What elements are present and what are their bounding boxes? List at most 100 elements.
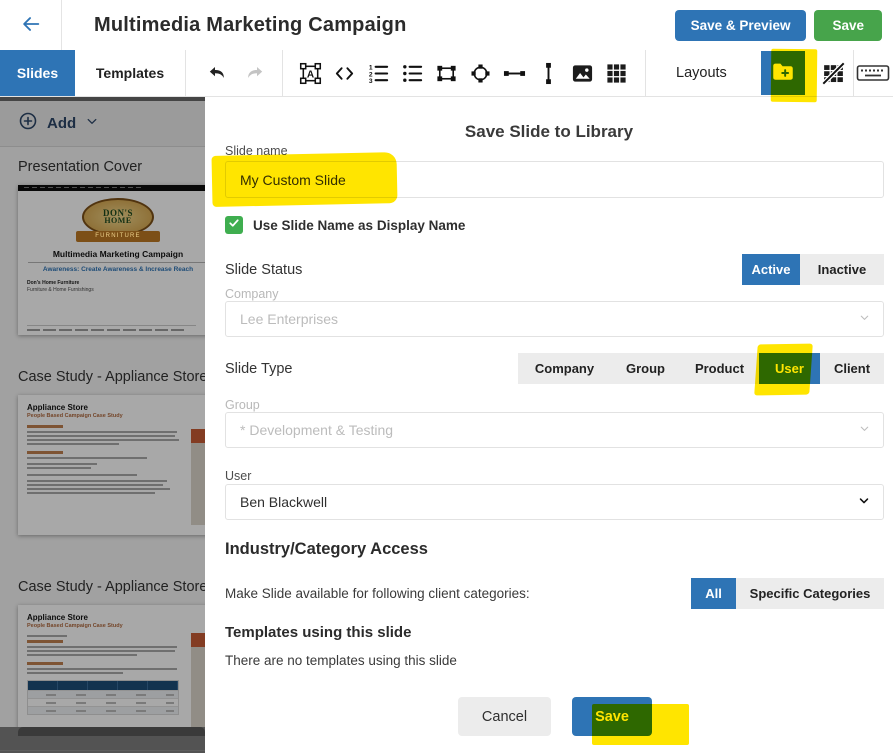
categories-specific-button[interactable]: Specific Categories xyxy=(736,578,884,609)
image-tool[interactable] xyxy=(565,53,599,93)
toolbar-divider xyxy=(853,50,854,96)
plus-circle-icon xyxy=(18,111,38,136)
grid-tool[interactable] xyxy=(599,53,633,93)
group-select[interactable]: * Development & Testing xyxy=(225,412,884,448)
scrollbar-track-line xyxy=(0,750,205,751)
type-user-button[interactable]: User xyxy=(759,353,820,384)
bullet-list-tool[interactable] xyxy=(395,53,429,93)
type-group-button[interactable]: Group xyxy=(611,353,680,384)
save-slide-to-library-button[interactable] xyxy=(761,51,805,95)
tab-slides[interactable]: Slides xyxy=(0,50,75,96)
text-box-tool[interactable]: A xyxy=(293,53,327,93)
cover-logo-banner: FURNITURE xyxy=(76,231,160,242)
horizontal-line-tool[interactable] xyxy=(497,53,531,93)
horizontal-line-icon xyxy=(503,62,526,85)
case-title: Appliance Store xyxy=(27,403,205,412)
chevron-down-icon xyxy=(85,114,99,133)
folder-plus-icon xyxy=(770,59,796,88)
categories-toggle: All Specific Categories xyxy=(691,578,884,609)
company-select[interactable]: Lee Enterprises xyxy=(225,301,884,337)
user-select[interactable]: Ben Blackwell xyxy=(225,484,884,520)
save-slide-modal: Save Slide to Library Slide name Use Sli… xyxy=(205,97,893,753)
case-photo xyxy=(191,633,205,737)
sidebar-scroll-strip xyxy=(0,97,205,101)
undo-button[interactable] xyxy=(202,53,236,93)
ellipse-shape-icon xyxy=(469,62,492,85)
tab-templates[interactable]: Templates xyxy=(75,50,185,96)
keyboard-shortcuts-button[interactable] xyxy=(858,53,888,93)
app-window: Multimedia Marketing Campaign Save & Pre… xyxy=(0,0,893,753)
cover-fine-rule xyxy=(27,325,196,326)
toolbar-divider xyxy=(282,50,283,96)
case-table xyxy=(27,680,179,715)
slide-label: Case Study - Appliance Store ( xyxy=(18,369,205,385)
cover-subtitle: Awareness: Create Awareness & Increase R… xyxy=(18,266,205,273)
type-product-button[interactable]: Product xyxy=(680,353,759,384)
case-subtitle: People Based Campaign Case Study xyxy=(27,623,205,629)
page-title: Multimedia Marketing Campaign xyxy=(94,14,407,37)
display-name-checkbox-row[interactable]: Use Slide Name as Display Name xyxy=(225,216,465,234)
categories-all-button[interactable]: All xyxy=(691,578,736,609)
sidebar-bottom-scrollbar[interactable] xyxy=(0,727,205,753)
slide-list-item[interactable]: Case Study - Appliance Store ( Appliance… xyxy=(18,369,205,535)
slide-list-item[interactable]: Presentation Cover DON'S HOME FURNITURE … xyxy=(18,159,205,335)
vertical-line-icon xyxy=(537,62,560,85)
back-button[interactable] xyxy=(0,0,62,50)
cover-industry: Furniture & Home Furnishings xyxy=(27,287,205,293)
save-and-preview-button[interactable]: Save & Preview xyxy=(675,10,807,41)
type-company-button[interactable]: Company xyxy=(518,353,611,384)
logo-home: HOME xyxy=(104,217,131,225)
case-body: Appliance Store People Based Campaign Ca… xyxy=(18,605,205,745)
chevron-down-icon xyxy=(858,422,871,438)
cover-fine-print xyxy=(27,329,184,331)
code-tool[interactable] xyxy=(327,53,361,93)
case-table-header xyxy=(28,681,178,690)
slide-label: Case Study - Appliance Store ( xyxy=(18,579,205,595)
slide-list-item[interactable]: Case Study - Appliance Store ( Appliance… xyxy=(18,579,205,745)
slide-thumbnail-cover[interactable]: DON'S HOME FURNITURE Multimedia Marketin… xyxy=(18,185,205,335)
slides-sidebar: Add Presentation Cover DON'S HOME FURNIT… xyxy=(0,97,205,753)
checkbox-checked[interactable] xyxy=(225,216,243,234)
header-save-button[interactable]: Save xyxy=(814,10,882,41)
status-inactive-button[interactable]: Inactive xyxy=(800,254,884,285)
ellipse-shape-tool[interactable] xyxy=(463,53,497,93)
case-title: Appliance Store xyxy=(27,613,205,622)
slide-thumbnail-case-1[interactable]: Appliance Store People Based Campaign Ca… xyxy=(18,395,205,535)
cover-rule xyxy=(28,262,205,263)
company-label: Company xyxy=(225,287,279,301)
slide-type-row: Slide Type Company Group Product User Cl… xyxy=(225,353,884,384)
slide-thumbnail-case-2[interactable]: Appliance Store People Based Campaign Ca… xyxy=(18,605,205,745)
cancel-button[interactable]: Cancel xyxy=(458,697,551,736)
add-slide-button[interactable]: Add xyxy=(0,101,205,147)
industry-access-heading: Industry/Category Access xyxy=(225,540,428,559)
client-categories-label: Make Slide available for following clien… xyxy=(225,586,530,601)
slide-type-label: Slide Type xyxy=(225,361,292,377)
remove-grid-tool[interactable] xyxy=(817,53,851,93)
modal-save-button[interactable]: Save xyxy=(572,697,652,736)
chevron-down-icon xyxy=(858,311,871,327)
redo-button[interactable] xyxy=(236,53,270,93)
slide-label: Presentation Cover xyxy=(18,159,205,175)
case-subtitle: People Based Campaign Case Study xyxy=(27,413,205,419)
scrollbar-thumb[interactable] xyxy=(18,727,205,736)
rectangle-shape-tool[interactable] xyxy=(429,53,463,93)
grid-icon xyxy=(605,62,628,85)
check-icon xyxy=(228,216,240,234)
toolbar-divider xyxy=(185,50,186,96)
editor-toolbar: Slides Templates A 123 xyxy=(0,50,893,97)
slide-status-toggle: Active Inactive xyxy=(742,254,884,285)
type-client-button[interactable]: Client xyxy=(820,353,884,384)
group-select-value: * Development & Testing xyxy=(240,422,393,438)
templates-empty-text: There are no templates using this slide xyxy=(225,653,457,668)
status-active-button[interactable]: Active xyxy=(742,254,800,285)
layouts-button[interactable]: Layouts xyxy=(646,50,757,96)
keyboard-icon xyxy=(856,61,890,85)
bullet-list-icon xyxy=(401,62,424,85)
slide-status-row: Slide Status Active Inactive xyxy=(225,254,884,285)
vertical-line-tool[interactable] xyxy=(531,53,565,93)
slide-name-input[interactable] xyxy=(225,161,884,198)
case-photo xyxy=(191,429,205,525)
image-icon xyxy=(571,62,594,85)
ordered-list-tool[interactable]: 123 xyxy=(361,53,395,93)
chevron-down-icon xyxy=(857,494,871,511)
